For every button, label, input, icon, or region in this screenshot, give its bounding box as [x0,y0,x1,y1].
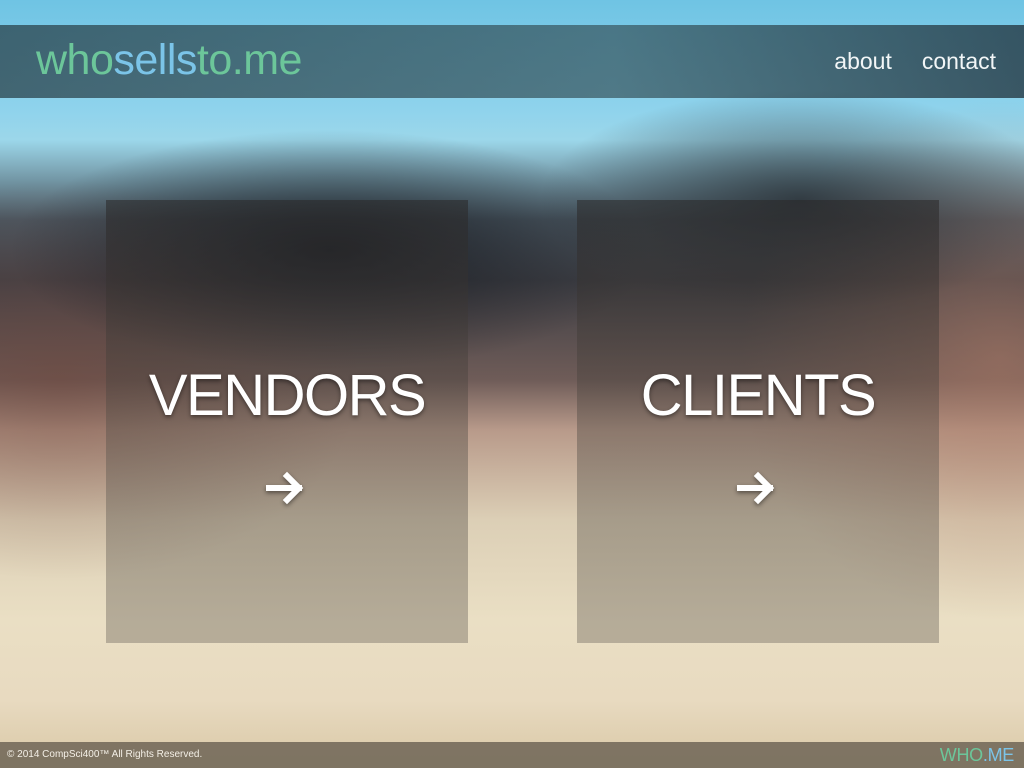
nav-link-about[interactable]: about [834,48,892,75]
arrow-right-icon [737,471,775,505]
vendors-title: VENDORS [148,363,427,428]
footer-brand-logo[interactable]: WHO.ME [939,745,1015,766]
logo-text-sells: sells [113,36,197,84]
clients-arrow-button[interactable] [577,468,939,508]
clients-card[interactable]: CLIENTS [577,200,939,643]
vendors-arrow-button[interactable] [106,468,468,508]
site-logo[interactable]: whosellsto.me [36,39,302,82]
top-nav-bar: whosellsto.me about contact [0,25,1024,98]
vendors-card[interactable]: VENDORS [106,200,468,643]
footer-bar: © 2014 CompSci400™ All Rights Reserved. … [0,742,1024,768]
clients-title: CLIENTS [640,363,877,428]
nav-link-contact[interactable]: contact [922,48,996,75]
logo-text-who: who [36,36,114,84]
copyright-text: © 2014 CompSci400™ All Rights Reserved. [7,749,203,760]
arrow-right-icon [266,471,304,505]
footer-brand-who: WHO [939,745,983,765]
logo-text-tome: to.me [196,36,303,84]
main-nav: about contact [834,48,996,75]
footer-brand-me: .ME [982,745,1014,765]
